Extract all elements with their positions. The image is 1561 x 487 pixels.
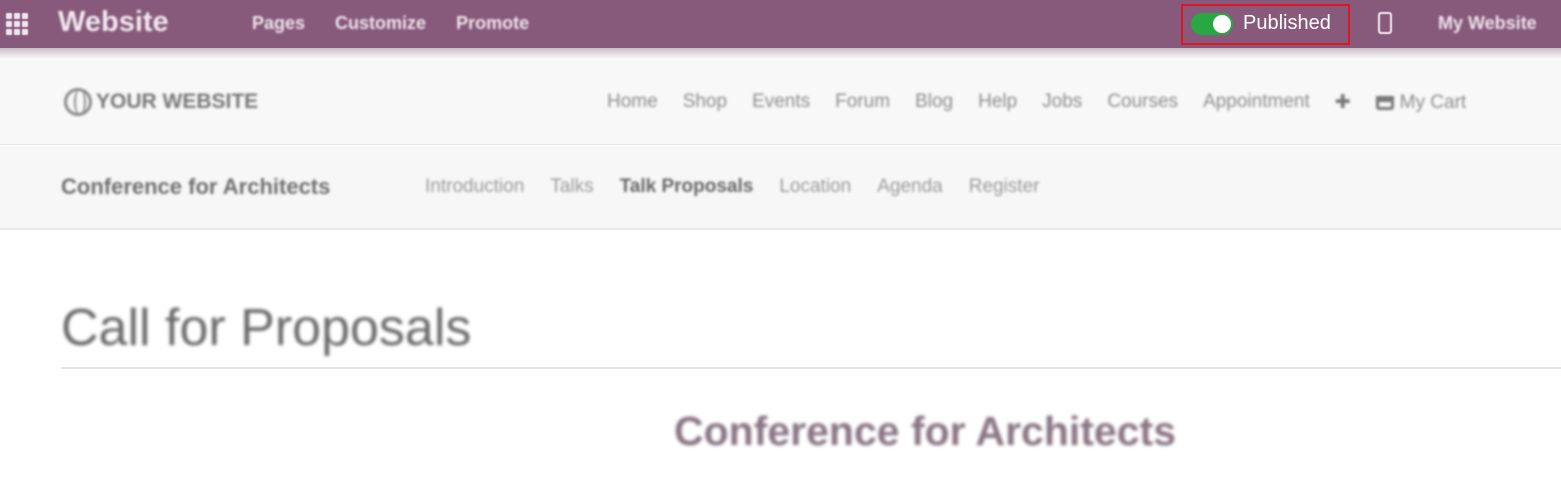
- event-subnav: Conference for Architects Introduction T…: [0, 146, 1561, 230]
- published-label[interactable]: Published: [1243, 12, 1331, 35]
- event-name-heading: Conference for Architects: [674, 408, 1176, 454]
- apps-grid-icon[interactable]: [6, 13, 30, 35]
- heading-divider: [61, 367, 1561, 369]
- nav-help[interactable]: Help: [978, 91, 1017, 114]
- nav-blog[interactable]: Blog: [915, 91, 953, 114]
- cart-icon: [1375, 95, 1394, 110]
- menu-promote[interactable]: Promote: [456, 13, 529, 34]
- topbar-shadow: [0, 48, 1561, 60]
- site-header: YOUR WEBSITE Home Shop Events Forum Blog…: [0, 60, 1561, 145]
- published-toggle[interactable]: [1191, 13, 1233, 35]
- app-title[interactable]: Website: [58, 6, 169, 39]
- menu-customize[interactable]: Customize: [335, 13, 426, 34]
- event-title[interactable]: Conference for Architects: [61, 174, 330, 200]
- menu-pages[interactable]: Pages: [252, 13, 305, 34]
- nav-shop[interactable]: Shop: [683, 91, 727, 114]
- nav-forum[interactable]: Forum: [835, 91, 890, 114]
- event-tab-talk-proposals[interactable]: Talk Proposals: [620, 176, 754, 198]
- cart-link[interactable]: My Cart: [1375, 91, 1467, 114]
- site-logo-text: YOUR WEBSITE: [96, 90, 259, 113]
- event-tab-agenda[interactable]: Agenda: [877, 176, 943, 198]
- my-website-switcher[interactable]: My Website: [1438, 13, 1537, 34]
- site-menu: Home Shop Events Forum Blog Help Jobs Co…: [607, 91, 1466, 114]
- event-menu: Introduction Talks Talk Proposals Locati…: [425, 176, 1039, 198]
- globe-icon: [64, 88, 92, 116]
- nav-appointment[interactable]: Appointment: [1203, 91, 1310, 114]
- event-tab-location[interactable]: Location: [779, 176, 851, 198]
- add-menu-item-icon[interactable]: ✚: [1335, 91, 1351, 114]
- mobile-preview-icon[interactable]: [1378, 12, 1392, 34]
- nav-events[interactable]: Events: [752, 91, 810, 114]
- toggle-knob: [1213, 15, 1231, 33]
- website-editor-topbar: Website Pages Customize Promote Publishe…: [0, 0, 1561, 48]
- cart-label: My Cart: [1399, 91, 1467, 113]
- topbar-menu: Pages Customize Promote: [252, 13, 529, 34]
- nav-home[interactable]: Home: [607, 91, 658, 114]
- nav-jobs[interactable]: Jobs: [1042, 91, 1082, 114]
- nav-courses[interactable]: Courses: [1107, 91, 1178, 114]
- event-tab-talks[interactable]: Talks: [550, 176, 593, 198]
- event-tab-introduction[interactable]: Introduction: [425, 176, 524, 198]
- page-title: Call for Proposals: [61, 299, 472, 357]
- site-logo[interactable]: YOUR WEBSITE: [64, 88, 258, 116]
- event-tab-register[interactable]: Register: [969, 176, 1040, 198]
